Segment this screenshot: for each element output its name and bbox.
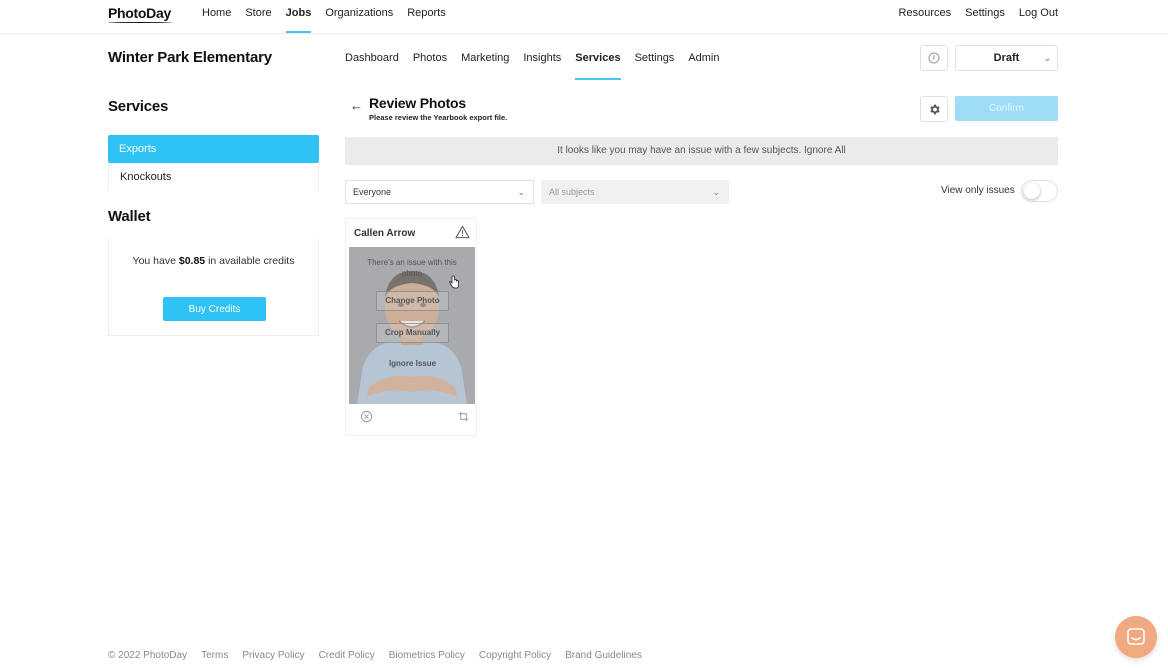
nav-resources[interactable]: Resources <box>899 7 952 19</box>
change-photo-button[interactable]: Change Photo <box>376 291 449 311</box>
gear-icon <box>929 104 940 114</box>
job-status-value: Draft <box>993 52 1020 64</box>
nav-store[interactable]: Store <box>245 7 271 19</box>
sidebar-item-exports[interactable]: Exports <box>108 135 319 163</box>
footer-copyright: © 2022 PhotoDay <box>108 650 188 661</box>
footer-link-privacy[interactable]: Privacy Policy <box>242 650 304 661</box>
subject-name: Callen Arrow <box>354 228 416 239</box>
sidebar-item-knockouts[interactable]: Knockouts <box>108 163 319 191</box>
view-issues-label: View only issues <box>941 185 1015 196</box>
photo-card: Callen Arrow There's an issue with this … <box>345 218 477 436</box>
tab-admin[interactable]: Admin <box>688 52 719 64</box>
job-clock-button[interactable] <box>920 45 948 71</box>
hand-cursor-icon <box>449 275 459 289</box>
remove-photo-icon[interactable] <box>360 410 373 423</box>
chat-icon <box>1127 628 1145 645</box>
nav-logout[interactable]: Log Out <box>1019 7 1058 19</box>
job-tabs: Dashboard Photos Marketing Insights Serv… <box>345 52 734 80</box>
footer-link-terms[interactable]: Terms <box>201 650 228 661</box>
export-settings-button[interactable] <box>920 96 948 122</box>
page-subtitle: Please review the Yearbook export file. <box>369 113 508 122</box>
people-filter-value: Everyone <box>353 187 392 197</box>
crop-manually-button[interactable]: Crop Manually <box>376 323 449 343</box>
tab-dashboard[interactable]: Dashboard <box>345 52 399 64</box>
job-title: Winter Park Elementary <box>108 49 272 66</box>
photoday-logo[interactable]: PhotoDay <box>108 5 172 23</box>
nav-settings[interactable]: Settings <box>965 7 1005 19</box>
footer-link-credit[interactable]: Credit Policy <box>319 650 375 661</box>
toggle-knob <box>1024 183 1040 199</box>
logo-text: PhotoDay <box>108 5 171 21</box>
clock-icon <box>928 52 940 64</box>
footer-link-brand[interactable]: Brand Guidelines <box>565 650 642 661</box>
chevron-down-icon: ⌄ <box>517 187 525 197</box>
logo-swoosh <box>108 21 172 23</box>
ignore-issue-button[interactable]: Ignore Issue <box>376 355 449 375</box>
wallet-heading: Wallet <box>108 208 151 225</box>
confirm-button[interactable]: Confirm <box>955 96 1058 121</box>
job-status-select[interactable]: Draft ⌄ <box>955 45 1058 71</box>
subjects-filter-value: All subjects <box>549 187 595 197</box>
nav-organizations[interactable]: Organizations <box>325 7 393 19</box>
footer: © 2022 PhotoDay Terms Privacy Policy Cre… <box>108 650 642 661</box>
view-issues-toggle[interactable] <box>1021 180 1058 202</box>
subject-photo[interactable]: There's an issue with this photo Change … <box>349 247 475 404</box>
account-nav: Resources Settings Log Out <box>899 7 1058 19</box>
wallet-panel: You have $0.85 in available credits Buy … <box>108 238 319 336</box>
issue-alert-bar[interactable]: It looks like you may have an issue with… <box>345 137 1058 165</box>
people-filter-select[interactable]: Everyone ⌄ <box>345 180 534 204</box>
tab-marketing[interactable]: Marketing <box>461 52 509 64</box>
footer-link-copyright[interactable]: Copyright Policy <box>479 650 551 661</box>
crop-icon[interactable] <box>458 411 469 422</box>
buy-credits-button[interactable]: Buy Credits <box>163 297 266 321</box>
back-arrow-icon[interactable]: ← <box>350 98 363 113</box>
main-nav: Home Store Jobs Organizations Reports <box>202 7 460 33</box>
services-menu: Exports Knockouts <box>108 135 319 191</box>
tab-settings[interactable]: Settings <box>635 52 675 64</box>
footer-link-biometrics[interactable]: Biometrics Policy <box>389 650 465 661</box>
top-nav: PhotoDay Home Store Jobs Organizations R… <box>0 0 1168 34</box>
nav-reports[interactable]: Reports <box>407 7 446 19</box>
wallet-credits-text: You have $0.85 in available credits <box>132 255 295 267</box>
tab-services[interactable]: Services <box>575 52 621 80</box>
chevron-down-icon: ⌄ <box>1043 53 1051 63</box>
warning-icon[interactable] <box>455 225 470 239</box>
tab-insights[interactable]: Insights <box>523 52 561 64</box>
chat-launcher-button[interactable] <box>1115 616 1157 658</box>
subjects-filter-select[interactable]: All subjects ⌄ <box>541 180 729 204</box>
page-title: Review Photos <box>369 95 466 111</box>
nav-home[interactable]: Home <box>202 7 231 19</box>
nav-jobs[interactable]: Jobs <box>285 7 311 33</box>
services-heading: Services <box>108 98 169 115</box>
chevron-down-icon: ⌄ <box>712 187 720 197</box>
tab-photos[interactable]: Photos <box>413 52 447 64</box>
wallet-amount: $0.85 <box>178 255 206 267</box>
